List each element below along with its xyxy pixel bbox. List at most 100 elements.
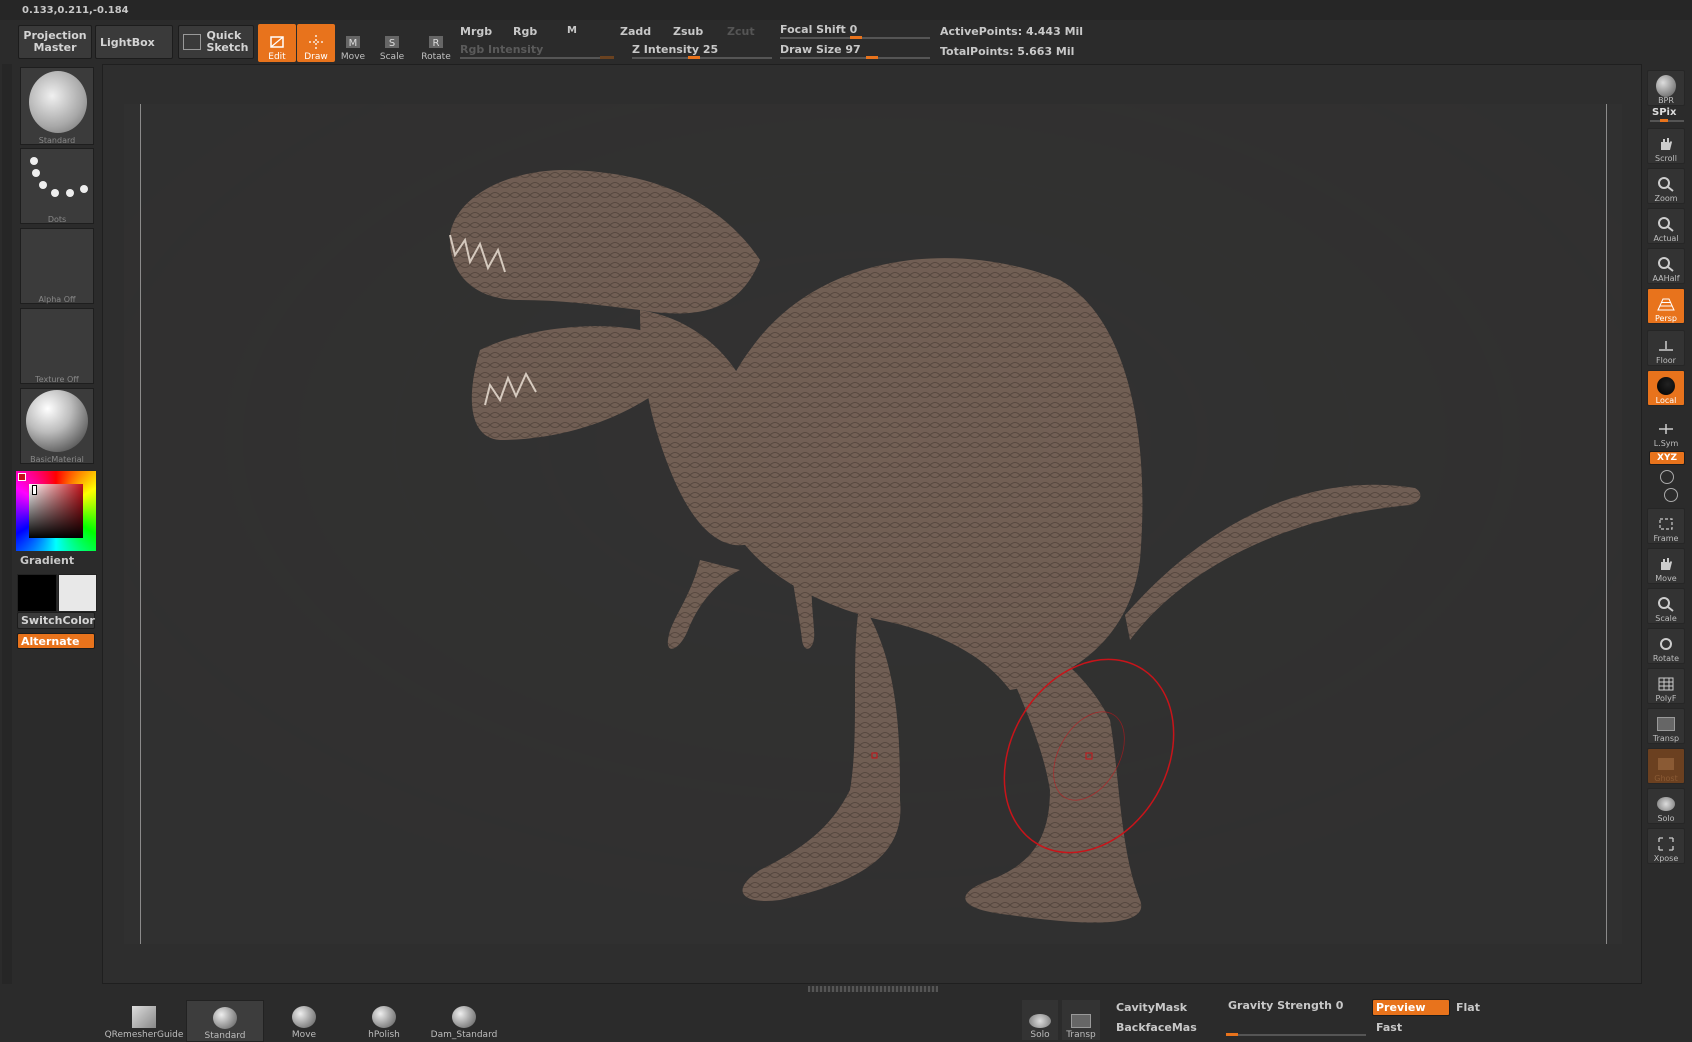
move-view-icon — [1656, 555, 1676, 573]
lightbox-label: LightBox — [100, 35, 155, 49]
stroke-selector[interactable]: Dots — [20, 148, 94, 224]
preview-button[interactable]: Preview — [1372, 999, 1450, 1016]
floor-icon — [1656, 337, 1676, 355]
flat-button[interactable]: Flat — [1456, 1001, 1480, 1014]
xyz-label: XYZ — [1657, 453, 1677, 463]
rotate-tool-button[interactable]: R Rotate — [417, 24, 455, 62]
transp-bottom-label: Transp — [1066, 1030, 1096, 1040]
transp-bottom-button[interactable]: Transp — [1062, 1000, 1100, 1040]
rgb-button[interactable]: Rgb — [513, 25, 537, 38]
draw-size-track — [780, 57, 930, 59]
rotate-view-label: Rotate — [1652, 654, 1680, 663]
gravity-strength-fill[interactable] — [1226, 1033, 1238, 1036]
xyz-button[interactable]: XYZ — [1649, 451, 1685, 465]
spix-slider[interactable] — [1650, 119, 1684, 122]
lsym-button[interactable]: L.Sym — [1647, 412, 1685, 448]
move-tool-button[interactable]: M Move — [334, 24, 372, 62]
draw-size-slider-label[interactable]: Draw Size 97 — [780, 43, 861, 56]
color-picker[interactable] — [16, 471, 96, 551]
dam-standard-brush-icon — [452, 1006, 476, 1028]
draw-icon — [309, 35, 323, 49]
rotate-y-icon[interactable] — [1660, 470, 1674, 484]
rotate-z-icon[interactable] — [1664, 488, 1678, 502]
local-button[interactable]: Local — [1647, 370, 1685, 406]
local-icon — [1656, 377, 1676, 395]
persp-button[interactable]: Persp — [1647, 288, 1685, 324]
ghost-button[interactable]: Ghost — [1647, 748, 1685, 784]
polyf-button[interactable]: PolyF — [1647, 668, 1685, 704]
qremesher-guide-button[interactable]: QRemesherGuide — [104, 1000, 184, 1040]
color-picker-square[interactable] — [29, 484, 83, 538]
rgb-intensity-slider-label[interactable]: Rgb Intensity — [460, 43, 543, 56]
alpha-selector[interactable]: Alpha Off — [20, 228, 94, 304]
focal-shift-fill[interactable] — [850, 36, 862, 39]
svg-text:S: S — [389, 38, 395, 49]
rgb-intensity-handle[interactable] — [600, 56, 614, 59]
standard-brush-slot[interactable]: Standard — [186, 1000, 264, 1042]
color-picker-cursor — [32, 485, 37, 495]
move-view-button[interactable]: Move — [1647, 548, 1685, 584]
draw-button[interactable]: Draw — [297, 24, 335, 62]
gravity-strength-slider-label[interactable]: Gravity Strength 0 — [1228, 999, 1343, 1012]
edit-button[interactable]: Edit — [258, 24, 296, 62]
secondary-color-swatch[interactable] — [17, 574, 57, 612]
transp-bottom-icon — [1071, 1014, 1091, 1028]
coordinates-readout: 0.133,0.211,-0.184 — [22, 5, 129, 16]
trex-model[interactable] — [124, 104, 1622, 944]
scale-view-button[interactable]: Scale — [1647, 588, 1685, 624]
active-points-readout: ActivePoints: 4.443 Mil — [940, 25, 1084, 38]
move-brush-slot[interactable]: Move — [268, 1000, 340, 1040]
z-intensity-track — [632, 57, 772, 59]
zadd-button[interactable]: Zadd — [620, 25, 651, 38]
hpolish-brush-slot[interactable]: hPolish — [348, 1000, 420, 1040]
focal-shift-slider-label[interactable]: Focal Shift 0 — [780, 23, 857, 36]
projection-master-button[interactable]: Projection Master — [18, 25, 92, 59]
persp-label: Persp — [1655, 314, 1677, 323]
aahalf-label: AAHalf — [1652, 274, 1680, 283]
material-selector[interactable]: BasicMaterial — [20, 388, 94, 464]
floor-button[interactable]: Floor — [1647, 330, 1685, 366]
primary-color-swatch[interactable] — [58, 574, 97, 612]
move-brush-icon — [292, 1006, 316, 1028]
rotate-view-button[interactable]: Rotate — [1647, 628, 1685, 664]
solo-bottom-icon — [1029, 1014, 1051, 1028]
lightbox-button[interactable]: LightBox — [95, 25, 173, 59]
backface-mask-button[interactable]: BackfaceMas — [1116, 1021, 1197, 1034]
standard-brush-icon — [29, 71, 87, 133]
move-icon: M — [346, 36, 360, 49]
aahalf-button[interactable]: AAHalf — [1647, 248, 1685, 284]
texture-selector[interactable]: Texture Off — [20, 308, 94, 384]
alternate-label: Alternate — [21, 634, 80, 648]
alternate-button[interactable]: Alternate — [17, 633, 95, 649]
zsub-button[interactable]: Zsub — [673, 25, 703, 38]
actual-icon — [1656, 215, 1676, 233]
actual-button[interactable]: Actual — [1647, 208, 1685, 244]
z-intensity-fill[interactable] — [688, 56, 700, 59]
gradient-label[interactable]: Gradient — [20, 554, 74, 567]
bottom-tray-handle[interactable] — [808, 986, 938, 992]
left-tray-edge[interactable] — [2, 64, 12, 984]
fast-button[interactable]: Fast — [1376, 1021, 1402, 1034]
brush-selector[interactable]: Standard — [20, 67, 94, 145]
zoom-button[interactable]: Zoom — [1647, 168, 1685, 204]
cavity-mask-button[interactable]: CavityMask — [1116, 1001, 1187, 1014]
zcut-button[interactable]: Zcut — [727, 25, 755, 38]
xpose-button[interactable]: Xpose — [1647, 828, 1685, 864]
frame-button[interactable]: Frame — [1647, 508, 1685, 544]
z-intensity-slider-label[interactable]: Z Intensity 25 — [632, 43, 718, 56]
spix-label[interactable]: SPix — [1652, 107, 1676, 118]
draw-size-fill[interactable] — [866, 56, 878, 59]
scale-tool-button[interactable]: S Scale — [373, 24, 411, 62]
solo-right-button[interactable]: Solo — [1647, 788, 1685, 824]
solo-bottom-button[interactable]: Solo — [1022, 1000, 1058, 1040]
switch-color-button[interactable]: SwitchColor — [17, 612, 95, 629]
scroll-button[interactable]: Scroll — [1647, 128, 1685, 164]
quick-sketch-button[interactable]: Quick Sketch — [178, 25, 254, 59]
scale-tool-label: Scale — [379, 52, 405, 62]
dam-standard-brush-slot[interactable]: Dam_Standard — [426, 1000, 502, 1040]
quick-sketch-text: Quick Sketch — [206, 30, 248, 54]
m-button[interactable]: M — [567, 25, 577, 36]
mrgb-button[interactable]: Mrgb — [460, 25, 492, 38]
bpr-button[interactable]: BPR — [1647, 70, 1685, 106]
transp-right-button[interactable]: Transp — [1647, 708, 1685, 744]
